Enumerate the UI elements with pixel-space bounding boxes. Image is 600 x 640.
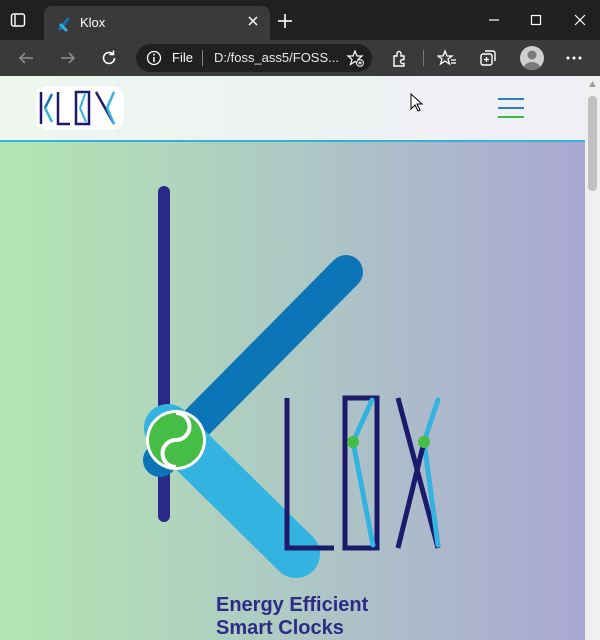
maximize-icon[interactable]	[526, 10, 546, 30]
hero-section: Energy Efficient Smart Clocks	[0, 142, 585, 640]
tab-klox[interactable]: Klox	[44, 6, 270, 40]
address-url[interactable]: D:/foss_ass5/FOSS...	[214, 50, 339, 65]
klox-hero-logo	[143, 186, 441, 578]
window-menu-icon[interactable]	[10, 12, 26, 28]
scrollbar-thumb[interactable]	[588, 96, 597, 191]
address-separator	[202, 50, 203, 66]
extensions-icon[interactable]	[390, 48, 410, 68]
hamburger-menu-icon[interactable]	[498, 98, 526, 120]
favorites-icon[interactable]	[437, 48, 457, 68]
back-icon[interactable]	[16, 48, 36, 68]
window-close-icon[interactable]	[570, 10, 590, 30]
tagline-line-1: Energy Efficient	[216, 594, 369, 616]
toolbar-divider	[423, 50, 424, 66]
mouse-cursor-icon	[410, 93, 424, 112]
page-viewport: Energy Efficient Smart Clocks	[0, 76, 585, 640]
more-icon[interactable]	[564, 48, 584, 68]
close-icon[interactable]	[246, 14, 260, 28]
minimize-icon[interactable]	[484, 10, 504, 30]
plus-icon[interactable]	[276, 12, 294, 30]
hero-tagline: Energy Efficient Smart Clocks	[216, 594, 368, 640]
page-scrollbar[interactable]	[585, 76, 600, 640]
star-add-icon[interactable]	[346, 49, 364, 67]
klox-logo-icon[interactable]	[36, 86, 124, 130]
refresh-icon[interactable]	[99, 48, 119, 68]
collections-icon[interactable]	[478, 48, 498, 68]
browser-toolbar: File D:/foss_ass5/FOSS...	[0, 40, 600, 76]
scroll-up-arrow-icon[interactable]	[588, 80, 597, 88]
forward-icon[interactable]	[58, 48, 78, 68]
info-icon[interactable]	[146, 50, 162, 66]
profile-icon[interactable]	[520, 46, 544, 70]
browser-tab-bar: Klox	[0, 0, 600, 40]
tagline-line-2: Smart Clocks	[216, 617, 344, 639]
address-bar[interactable]: File D:/foss_ass5/FOSS...	[136, 44, 372, 72]
tab-title: Klox	[80, 15, 106, 30]
klox-favicon-icon	[58, 17, 70, 32]
site-header	[0, 76, 585, 142]
address-scheme-label: File	[172, 50, 193, 65]
